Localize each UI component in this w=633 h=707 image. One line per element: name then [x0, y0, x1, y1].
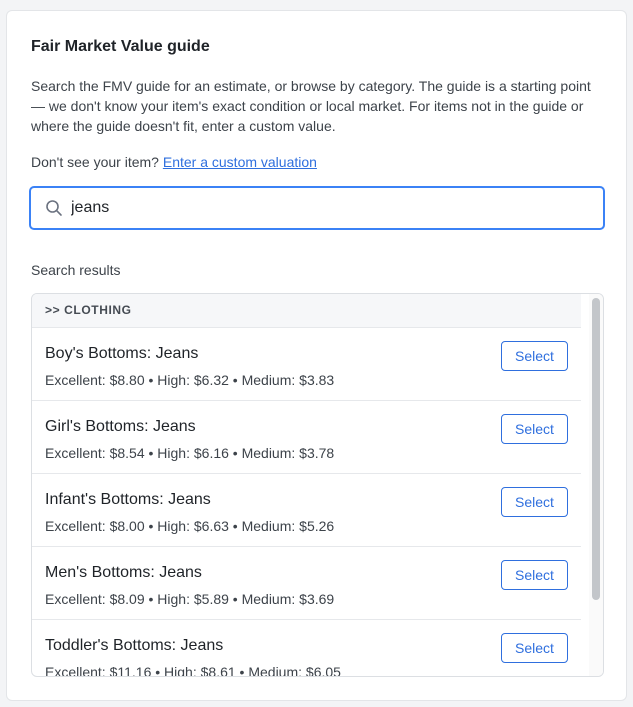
result-row: Girl's Bottoms: Jeans Excellent: $8.54 •… [32, 401, 581, 474]
search-results-list[interactable]: >> CLOTHING Boy's Bottoms: Jeans Excelle… [31, 293, 604, 677]
category-header-clothing: >> CLOTHING [32, 294, 581, 328]
select-button[interactable]: Select [501, 560, 568, 590]
custom-valuation-line: Don't see your item? Enter a custom valu… [31, 152, 317, 172]
result-name: Infant's Bottoms: Jeans [45, 491, 211, 508]
search-icon [46, 200, 62, 216]
result-prices: Excellent: $8.54 • High: $6.16 • Medium:… [45, 445, 335, 461]
result-row: Men's Bottoms: Jeans Excellent: $8.09 • … [32, 547, 581, 620]
search-input[interactable] [71, 194, 591, 222]
result-row: Toddler's Bottoms: Jeans Excellent: $11.… [32, 620, 581, 677]
result-row: Boy's Bottoms: Jeans Excellent: $8.80 • … [32, 328, 581, 401]
custom-valuation-link[interactable]: Enter a custom valuation [163, 154, 317, 170]
search-results-label: Search results [31, 262, 121, 278]
select-button[interactable]: Select [501, 341, 568, 371]
results-scrollbar[interactable] [589, 294, 603, 676]
panel-title: Fair Market Value guide [31, 38, 210, 55]
search-field[interactable] [29, 186, 605, 230]
select-button[interactable]: Select [501, 487, 568, 517]
fmv-guide-panel: Fair Market Value guide Search the FMV g… [6, 10, 627, 701]
result-name: Men's Bottoms: Jeans [45, 564, 202, 581]
result-name: Boy's Bottoms: Jeans [45, 345, 199, 362]
result-prices: Excellent: $8.09 • High: $5.89 • Medium:… [45, 591, 335, 607]
result-prices: Excellent: $11.16 • High: $8.61 • Medium… [45, 664, 341, 677]
result-name: Girl's Bottoms: Jeans [45, 418, 196, 435]
result-prices: Excellent: $8.80 • High: $6.32 • Medium:… [45, 372, 335, 388]
select-button[interactable]: Select [501, 414, 568, 444]
custom-valuation-prompt: Don't see your item? [31, 154, 159, 170]
result-name: Toddler's Bottoms: Jeans [45, 637, 224, 654]
scrollbar-thumb[interactable] [592, 298, 600, 600]
select-button[interactable]: Select [501, 633, 568, 663]
panel-description: Search the FMV guide for an estimate, or… [31, 78, 591, 134]
result-row: Infant's Bottoms: Jeans Excellent: $8.00… [32, 474, 581, 547]
result-prices: Excellent: $8.00 • High: $6.63 • Medium:… [45, 518, 335, 534]
